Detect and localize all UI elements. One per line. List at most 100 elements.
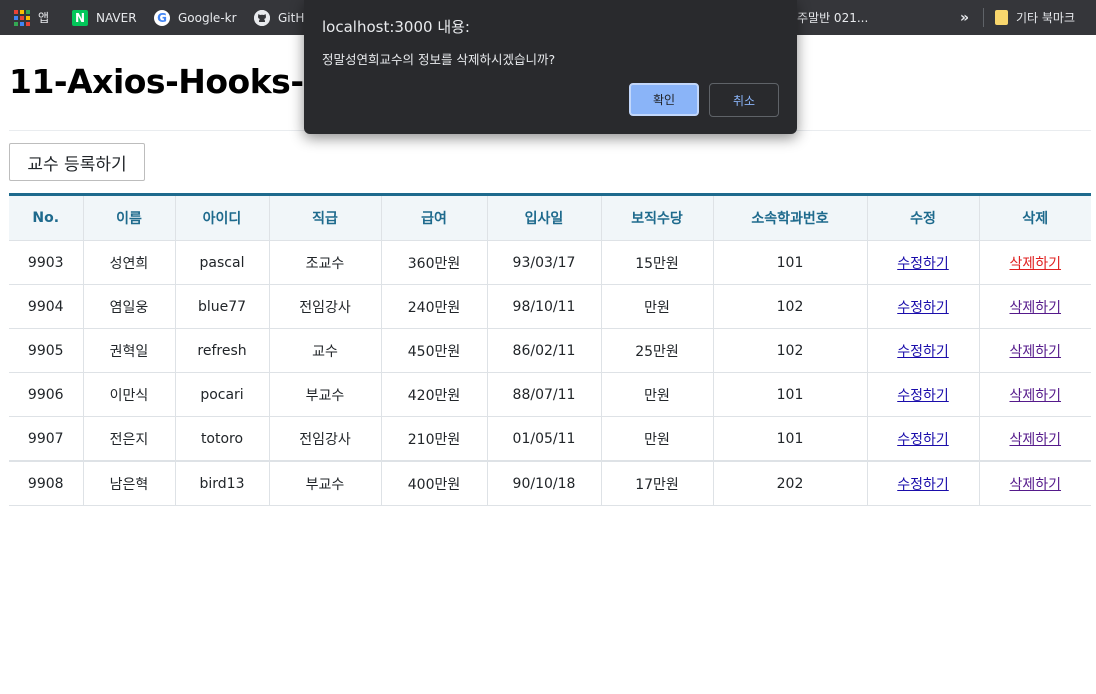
cell-no: 9904 <box>9 284 84 329</box>
edit-link[interactable]: 수정하기 <box>897 432 949 448</box>
bookmark-google[interactable]: G Google-kr <box>154 0 237 35</box>
cell-hiredate: 86/02/11 <box>487 328 602 373</box>
confirm-ok-button[interactable]: 확인 <box>629 83 699 116</box>
cell-delete: 삭제하기 <box>979 328 1091 373</box>
bookmark-other[interactable]: 기타 북마크 <box>995 0 1075 35</box>
confirm-dialog: localhost:3000 내용: 정말성연희교수의 정보를 삭제하시겠습니까… <box>304 0 797 134</box>
column-header-salary: 급여 <box>381 194 488 241</box>
column-header-name: 이름 <box>83 194 176 241</box>
cell-allowance: 25만원 <box>601 328 714 373</box>
delete-link[interactable]: 삭제하기 <box>1009 300 1061 316</box>
cell-department: 101 <box>713 416 868 462</box>
column-header-id: 아이디 <box>175 194 270 241</box>
bookmark-label: 기타 북마크 <box>1016 11 1076 25</box>
cell-name: 권혁일 <box>83 328 176 373</box>
cell-edit: 수정하기 <box>867 240 980 285</box>
edit-link[interactable]: 수정하기 <box>897 477 949 493</box>
bookmark-naver[interactable]: N NAVER <box>72 0 137 35</box>
table-row: 9904 염일웅 blue77 전임강사 240만원 98/10/11 만원 1… <box>9 284 1091 329</box>
cell-department: 101 <box>713 372 868 417</box>
github-icon <box>254 9 270 26</box>
table-row: 9905 권혁일 refresh 교수 450만원 86/02/11 25만원 … <box>9 328 1091 373</box>
bookmark-label: NAVER <box>96 10 137 25</box>
cell-name: 전은지 <box>83 416 176 462</box>
column-header-hiredate: 입사일 <box>487 194 602 241</box>
cell-edit: 수정하기 <box>867 284 980 329</box>
cell-no: 9905 <box>9 328 84 373</box>
delete-link[interactable]: 삭제하기 <box>1009 432 1061 448</box>
table-row: 9908 남은혁 bird13 부교수 400만원 90/10/18 17만원 … <box>9 461 1091 506</box>
delete-link[interactable]: 삭제하기 <box>1009 344 1061 360</box>
cell-id: pocari <box>175 372 270 417</box>
cell-edit: 수정하기 <box>867 372 980 417</box>
edit-link[interactable]: 수정하기 <box>897 388 949 404</box>
table-row: 9907 전은지 totoro 전임강사 210만원 01/05/11 만원 1… <box>9 416 1091 462</box>
cell-department: 102 <box>713 284 868 329</box>
dialog-title: localhost:3000 내용: <box>322 18 470 36</box>
cell-hiredate: 90/10/18 <box>487 461 602 506</box>
cell-delete: 삭제하기 <box>979 240 1091 285</box>
page-title: 11-Axios-Hooks-C <box>9 62 328 101</box>
cell-salary: 210만원 <box>381 416 488 462</box>
bookmark-label: 주말반 021... <box>797 11 869 25</box>
dialog-message: 정말성연희교수의 정보를 삭제하시겠습니까? <box>322 52 556 67</box>
table-row: 9903 성연희 pascal 조교수 360만원 93/03/17 15만원 … <box>9 240 1091 285</box>
cell-salary: 420만원 <box>381 372 488 417</box>
delete-link[interactable]: 삭제하기 <box>1009 256 1061 272</box>
cell-edit: 수정하기 <box>867 416 980 462</box>
edit-link[interactable]: 수정하기 <box>897 256 949 272</box>
cell-hiredate: 98/10/11 <box>487 284 602 329</box>
cell-salary: 360만원 <box>381 240 488 285</box>
naver-icon: N <box>72 9 88 26</box>
cell-delete: 삭제하기 <box>979 284 1091 329</box>
register-professor-button[interactable]: 교수 등록하기 <box>9 143 145 181</box>
confirm-cancel-button[interactable]: 취소 <box>709 83 779 117</box>
cell-allowance: 15만원 <box>601 240 714 285</box>
cell-position: 전임강사 <box>269 416 382 462</box>
folder-icon <box>995 10 1008 25</box>
delete-link[interactable]: 삭제하기 <box>1009 388 1061 404</box>
cell-delete: 삭제하기 <box>979 461 1091 506</box>
bookmark-label: 앱 <box>38 11 50 25</box>
bookmarks-divider <box>983 8 984 27</box>
column-header-department: 소속학과번호 <box>713 194 868 241</box>
cell-position: 부교수 <box>269 461 382 506</box>
edit-link[interactable]: 수정하기 <box>897 344 949 360</box>
cell-id: refresh <box>175 328 270 373</box>
professor-table: No. 이름 아이디 직급 급여 입사일 보직수당 소속학과번호 수정 삭제 9… <box>9 193 1091 506</box>
cell-no: 9907 <box>9 416 84 462</box>
cell-allowance: 만원 <box>601 416 714 462</box>
column-header-position: 직급 <box>269 194 382 241</box>
column-header-edit: 수정 <box>867 194 980 241</box>
cell-id: blue77 <box>175 284 270 329</box>
column-header-allowance: 보직수당 <box>601 194 714 241</box>
cell-position: 교수 <box>269 328 382 373</box>
cell-salary: 240만원 <box>381 284 488 329</box>
cell-edit: 수정하기 <box>867 461 980 506</box>
bookmark-apps[interactable]: 앱 <box>14 0 49 35</box>
edit-link[interactable]: 수정하기 <box>897 300 949 316</box>
cell-allowance: 만원 <box>601 372 714 417</box>
cell-name: 염일웅 <box>83 284 176 329</box>
cell-salary: 450만원 <box>381 328 488 373</box>
bookmark-github[interactable]: GitH <box>254 0 304 35</box>
cell-name: 이만식 <box>83 372 176 417</box>
delete-link[interactable]: 삭제하기 <box>1009 477 1061 493</box>
cell-position: 부교수 <box>269 372 382 417</box>
cell-id: totoro <box>175 416 270 462</box>
more-bookmarks-chevron-icon[interactable]: » <box>960 0 969 35</box>
cell-hiredate: 01/05/11 <box>487 416 602 462</box>
cell-position: 조교수 <box>269 240 382 285</box>
google-icon: G <box>154 9 170 26</box>
cell-position: 전임강사 <box>269 284 382 329</box>
cell-salary: 400만원 <box>381 461 488 506</box>
apps-grid-icon <box>14 9 30 26</box>
cell-department: 101 <box>713 240 868 285</box>
cell-id: bird13 <box>175 461 270 506</box>
bookmark-label: Google-kr <box>178 10 237 25</box>
cell-allowance: 17만원 <box>601 461 714 506</box>
cell-hiredate: 93/03/17 <box>487 240 602 285</box>
cell-delete: 삭제하기 <box>979 416 1091 462</box>
table-header-row: No. 이름 아이디 직급 급여 입사일 보직수당 소속학과번호 수정 삭제 <box>9 194 1091 241</box>
bookmark-weekend[interactable]: 주말반 021... <box>797 0 868 35</box>
